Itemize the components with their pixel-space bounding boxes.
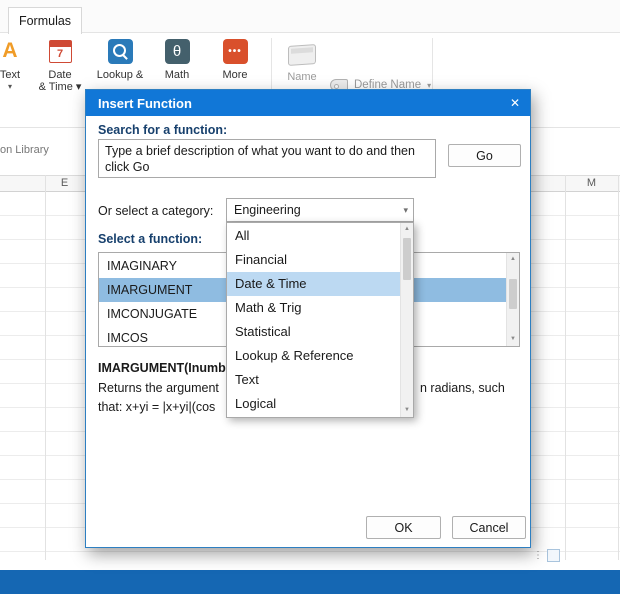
category-option[interactable]: Text xyxy=(227,368,400,392)
dialog-title-bar[interactable]: Insert Function xyxy=(86,90,530,116)
paste-options-icon xyxy=(547,549,560,562)
name-manager-button[interactable]: Name xyxy=(278,38,326,83)
cancel-button[interactable]: Cancel xyxy=(452,516,526,539)
dropdown-scrollbar[interactable]: ▲ ▼ xyxy=(400,223,413,417)
function-description: Returns the argument xyxy=(98,381,219,395)
search-function-label: Search for a function: xyxy=(98,123,228,137)
category-option[interactable]: Lookup & Reference xyxy=(227,344,400,368)
category-value: Engineering xyxy=(234,203,301,217)
search-icon xyxy=(107,38,133,64)
scroll-down-icon[interactable]: ▼ xyxy=(507,333,519,346)
scroll-up-icon[interactable]: ▲ xyxy=(401,223,413,236)
status-bar xyxy=(0,570,620,594)
category-option[interactable]: Financial xyxy=(227,248,400,272)
ellipsis-icon: ••• xyxy=(222,38,248,64)
scrollbar-thumb[interactable] xyxy=(403,238,411,280)
grip-dots-icon: ⋮ xyxy=(533,549,543,561)
function-description: that: x+yi = |x+yi|(cos xyxy=(98,400,216,414)
function-signature: IMARGUMENT(Inumb xyxy=(98,361,226,375)
text-function-icon: A xyxy=(2,39,18,62)
grid-vline xyxy=(565,175,566,560)
chevron-down-icon: ▾ xyxy=(7,82,12,91)
scroll-up-icon[interactable]: ▲ xyxy=(507,253,519,266)
category-combobox[interactable]: Engineering ▾ xyxy=(226,198,414,222)
scroll-down-icon[interactable]: ▼ xyxy=(401,404,413,417)
category-option[interactable]: Statistical xyxy=(227,320,400,344)
insert-function-dialog: Insert Function ✕ Search for a function:… xyxy=(85,89,531,548)
grid-vline xyxy=(45,175,46,560)
grid-vline xyxy=(618,175,619,560)
calendar-icon: 7 xyxy=(47,38,73,64)
lookup-reference-functions-button[interactable]: Lookup & xyxy=(92,38,148,81)
chevron-down-icon: ▾ xyxy=(403,205,408,215)
ribbon-group-label: on Library xyxy=(0,144,49,156)
go-button[interactable]: Go xyxy=(448,144,521,167)
category-option-highlighted[interactable]: Date & Time xyxy=(227,272,400,296)
text-functions-button[interactable]: A Text ▾ xyxy=(0,38,30,93)
category-label: Or select a category: xyxy=(98,204,214,218)
listbox-scrollbar[interactable]: ▲ ▼ xyxy=(506,253,519,346)
theta-icon: θ xyxy=(164,38,190,64)
dialog-title: Insert Function xyxy=(98,95,192,111)
close-icon[interactable]: ✕ xyxy=(500,90,530,116)
ribbon-tab-strip: Formulas xyxy=(0,0,620,34)
smart-tag-fragment[interactable]: ⋮ xyxy=(533,549,560,562)
more-functions-button[interactable]: ••• More xyxy=(212,38,258,81)
ok-button[interactable]: OK xyxy=(366,516,441,539)
scrollbar-thumb[interactable] xyxy=(509,279,517,309)
category-option[interactable]: All xyxy=(227,224,400,248)
app-window: Formulas A Text ▾ 7 Date & Time ▾ Lookup… xyxy=(0,0,620,594)
date-time-functions-button[interactable]: 7 Date & Time ▾ xyxy=(36,38,84,93)
category-option[interactable]: Math & Trig xyxy=(227,296,400,320)
tab-formulas[interactable]: Formulas xyxy=(8,7,82,34)
math-trig-functions-button[interactable]: θ Math xyxy=(154,38,200,81)
category-option[interactable]: Logical xyxy=(227,392,400,416)
column-header-m[interactable]: M xyxy=(565,177,618,189)
function-description: n radians, such xyxy=(420,381,505,395)
select-function-label: Select a function: xyxy=(98,232,203,246)
search-input[interactable]: Type a brief description of what you wan… xyxy=(98,139,436,178)
category-dropdown-popup: All Financial Date & Time Math & Trig St… xyxy=(226,222,414,418)
name-box-icon xyxy=(287,38,317,66)
column-header-e[interactable]: E xyxy=(45,177,84,189)
